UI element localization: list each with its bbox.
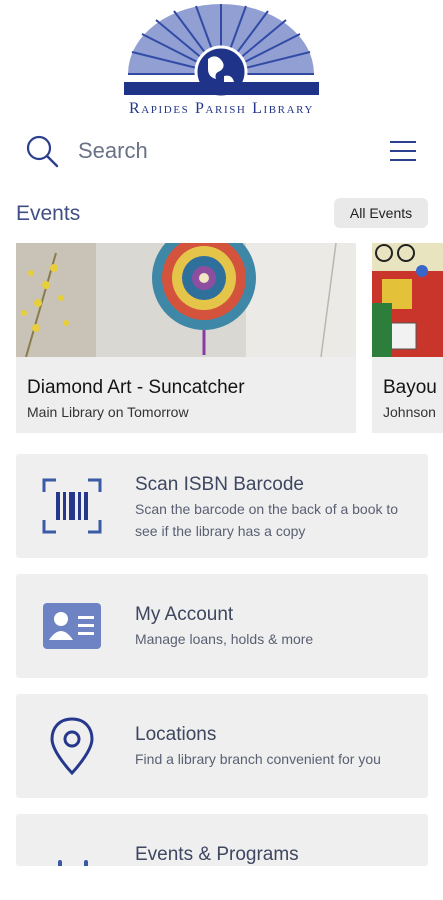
search-icon[interactable] [24, 133, 60, 169]
location-pin-icon [50, 717, 94, 776]
event-title: Bayou [383, 377, 437, 398]
tile-title: My Account [135, 604, 234, 625]
tile-subtitle: Find a library branch convenient for you [135, 751, 381, 767]
event-subtitle: Main Library on Tomorrow [27, 404, 189, 420]
event-image [16, 243, 356, 357]
events-carousel[interactable]: Diamond Art - Suncatcher Main Library on… [16, 243, 443, 433]
tile-title: Locations [135, 724, 217, 745]
search-input[interactable]: Search [78, 138, 148, 164]
barcode-scan-icon [42, 478, 102, 534]
all-events-button[interactable]: All Events [334, 198, 428, 228]
event-card[interactable]: Diamond Art - Suncatcher Main Library on… [16, 243, 356, 433]
library-logo: Rapides Parish Library [0, 0, 443, 125]
calendar-icon [58, 860, 88, 866]
library-name: Rapides Parish Library [128, 100, 314, 117]
locations-tile[interactable]: Locations Find a library branch convenie… [16, 694, 428, 798]
tile-subtitle: Manage loans, holds & more [135, 631, 314, 647]
events-header: Events All Events [16, 198, 428, 230]
sunburst-globe-icon [124, 4, 319, 99]
event-subtitle: Johnson [383, 404, 436, 420]
event-title: Diamond Art - Suncatcher [27, 377, 245, 398]
tile-title: Events & Programs [135, 844, 299, 865]
event-card[interactable]: Bayou Johnson [372, 243, 443, 433]
event-image [372, 243, 443, 357]
events-title: Events [16, 202, 81, 225]
hamburger-menu-icon[interactable] [388, 136, 418, 166]
tile-title: Scan ISBN Barcode [135, 474, 304, 495]
my-account-tile[interactable]: My Account Manage loans, holds & more [16, 574, 428, 678]
tile-subtitle: Scan the barcode on the back of a book t… [135, 501, 399, 539]
events-programs-tile[interactable]: Events & Programs [16, 814, 428, 866]
scan-isbn-tile[interactable]: Scan ISBN Barcode Scan the barcode on th… [16, 454, 428, 558]
search-bar: Search [0, 128, 443, 176]
id-card-icon [43, 603, 101, 649]
